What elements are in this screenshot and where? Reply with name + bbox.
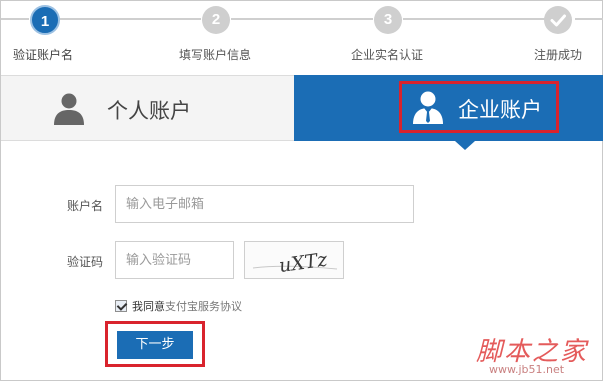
step-4-label: 注册成功: [534, 48, 583, 62]
step-3-label: 企业实名认证: [351, 48, 424, 62]
step-2-indicator: 2: [202, 6, 230, 34]
captcha-image[interactable]: uXTz: [244, 241, 344, 279]
captcha-input[interactable]: [115, 241, 234, 279]
tab-business-account[interactable]: 企业账户: [294, 75, 603, 141]
step-connector: [1, 18, 29, 20]
next-step-button[interactable]: 下一步: [117, 331, 193, 359]
highlight-box: 下一步: [105, 321, 205, 367]
tab-personal-account[interactable]: 个人账户: [1, 75, 294, 141]
step-4-indicator: [544, 6, 572, 34]
captcha-graphic: uXTz: [252, 248, 338, 277]
agree-text: 我同意: [132, 300, 165, 313]
watermark-url: www.jb51.net: [489, 363, 565, 376]
step-2-label: 填写账户信息: [179, 48, 252, 62]
captcha-text: uXTz: [278, 248, 330, 277]
email-field[interactable]: [115, 185, 414, 223]
tab-personal-label: 个人账户: [107, 99, 191, 123]
captcha-label: 验证码: [67, 255, 104, 269]
account-name-label: 账户名: [67, 199, 104, 213]
step-connector: [575, 18, 603, 20]
agreement-row: 我同意 支付宝服务协议: [115, 298, 242, 314]
registration-panel: 1 2 3 验证账户名 填写账户信息 企业实名认证 注册成功 个人账户 企业账户…: [0, 0, 603, 381]
account-type-tabs: 个人账户 企业账户: [1, 75, 603, 141]
step-1-label: 验证账户名: [13, 48, 74, 62]
agree-checkbox[interactable]: [115, 300, 127, 312]
step-3-indicator: 3: [374, 6, 402, 34]
step-connector: [59, 18, 201, 20]
step-1-indicator: 1: [30, 5, 60, 35]
service-agreement-link[interactable]: 支付宝服务协议: [165, 298, 242, 314]
highlight-box: [399, 81, 559, 133]
step-connector: [231, 18, 373, 20]
step-connector: [403, 18, 545, 20]
person-icon: [54, 93, 84, 125]
progress-stepper: 1 2 3 验证账户名 填写账户信息 企业实名认证 注册成功: [1, 1, 603, 73]
active-tab-caret: [455, 141, 475, 150]
check-icon: [550, 14, 566, 27]
